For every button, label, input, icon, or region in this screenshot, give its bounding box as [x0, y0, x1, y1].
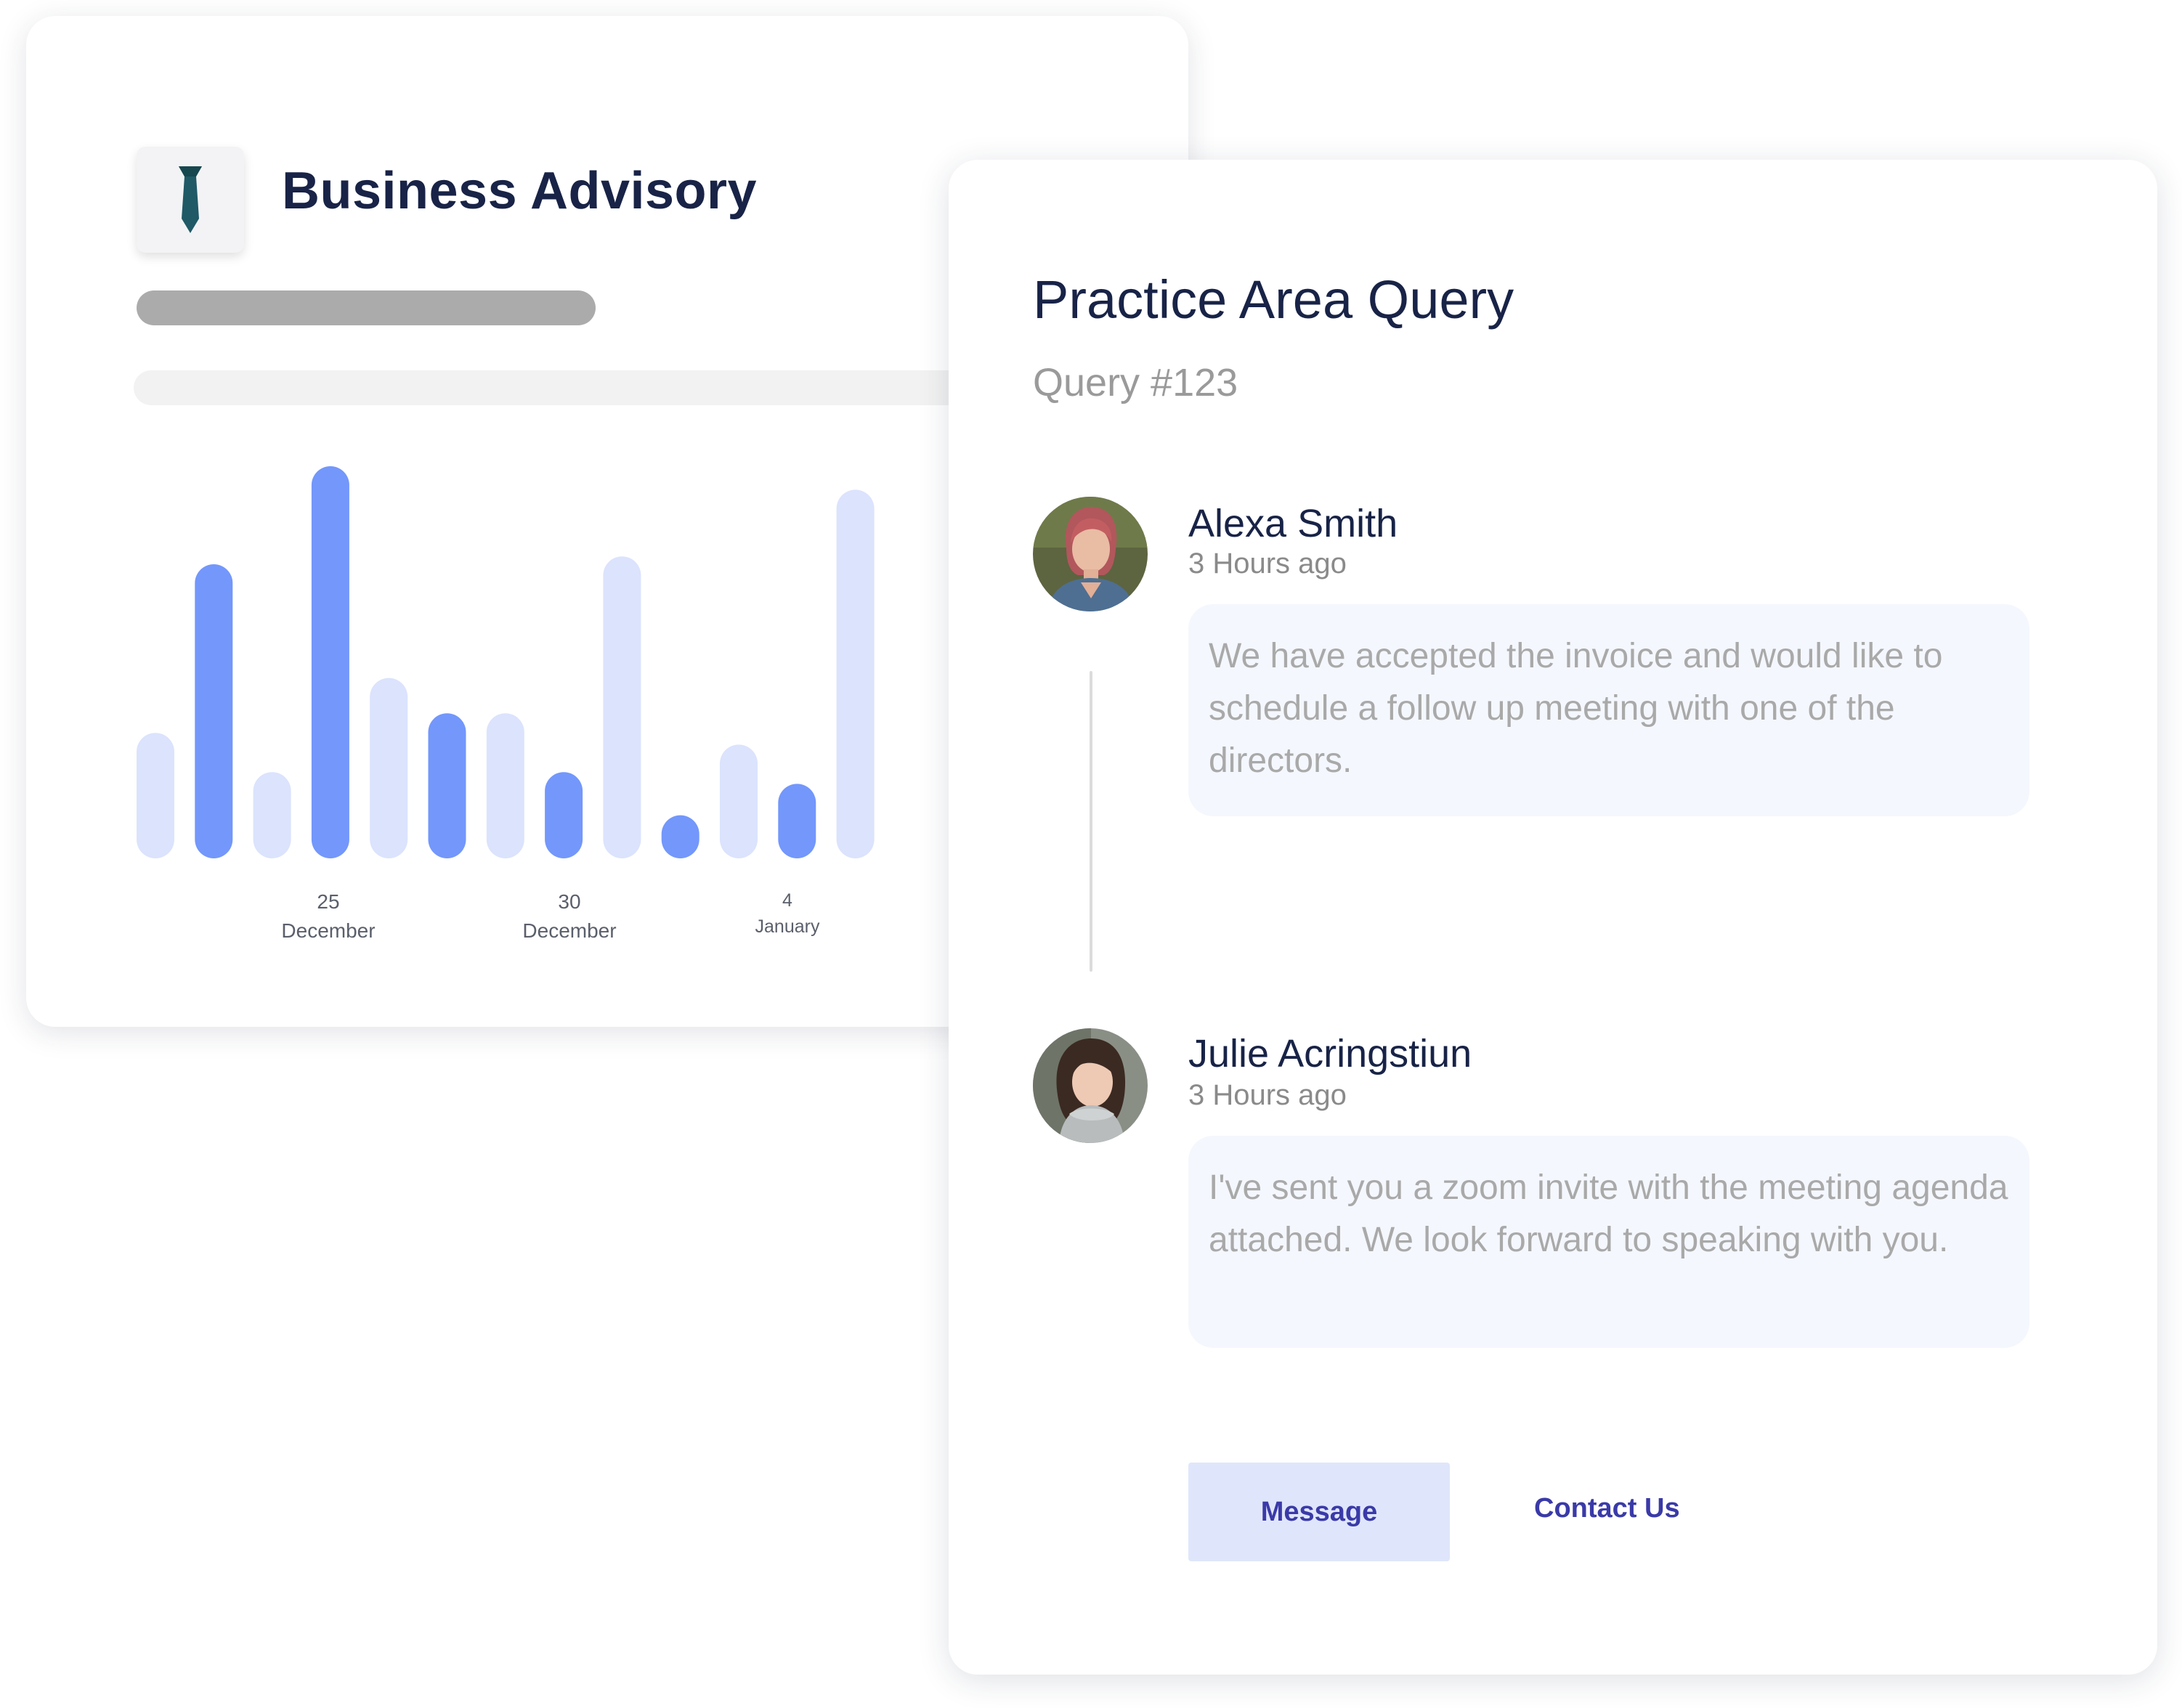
message-text: We have accepted the invoice and would l… [1209, 637, 1943, 780]
chart-bar [545, 772, 583, 858]
chart-bar [486, 713, 524, 858]
practice-area-query-card: Practice Area Query Query #123 Alexa Smi… [949, 160, 2157, 1675]
query-title: Practice Area Query [1033, 269, 1514, 330]
x-tick-month: January [755, 916, 820, 937]
message-time: 3 Hours ago [1188, 548, 1347, 580]
chart-bar [195, 564, 233, 858]
message-text: I've sent you a zoom invite with the mee… [1209, 1168, 2008, 1259]
chart-bar [253, 772, 291, 858]
x-tick-day: 25 [317, 890, 340, 913]
thread-connector [1090, 671, 1092, 972]
x-tick-label: 30 December [522, 887, 616, 946]
chart-bar [836, 489, 875, 858]
chart-bar [428, 713, 466, 858]
chart-bar [778, 784, 816, 858]
avatar[interactable] [1033, 497, 1148, 611]
x-tick-month: December [522, 919, 617, 942]
chart-bar [137, 733, 174, 858]
chart-bar [603, 556, 641, 858]
message-author: Julie Acringstiun [1188, 1032, 1472, 1075]
message-time: 3 Hours ago [1188, 1079, 1347, 1111]
avatar-photo [1033, 1028, 1148, 1143]
chart-bar [720, 744, 758, 858]
x-tick-month: December [281, 919, 376, 942]
contact-us-link[interactable]: Contact Us [1534, 1493, 1680, 1524]
avatar-photo [1033, 497, 1148, 611]
chart-bar [311, 466, 349, 858]
message-bubble: We have accepted the invoice and would l… [1188, 604, 2029, 816]
message-author: Alexa Smith [1188, 502, 1398, 545]
message-bubble: I've sent you a zoom invite with the mee… [1188, 1136, 2029, 1348]
query-id: Query #123 [1033, 361, 1238, 404]
x-tick-label: 25 December [281, 887, 375, 946]
message-button[interactable]: Message [1188, 1463, 1450, 1561]
x-tick-day: 4 [782, 890, 792, 911]
x-tick-day: 30 [558, 890, 581, 913]
chart-bar [661, 815, 699, 858]
avatar[interactable] [1033, 1028, 1148, 1143]
chart-bar [370, 678, 408, 858]
x-tick-label: 4 January [755, 887, 820, 940]
